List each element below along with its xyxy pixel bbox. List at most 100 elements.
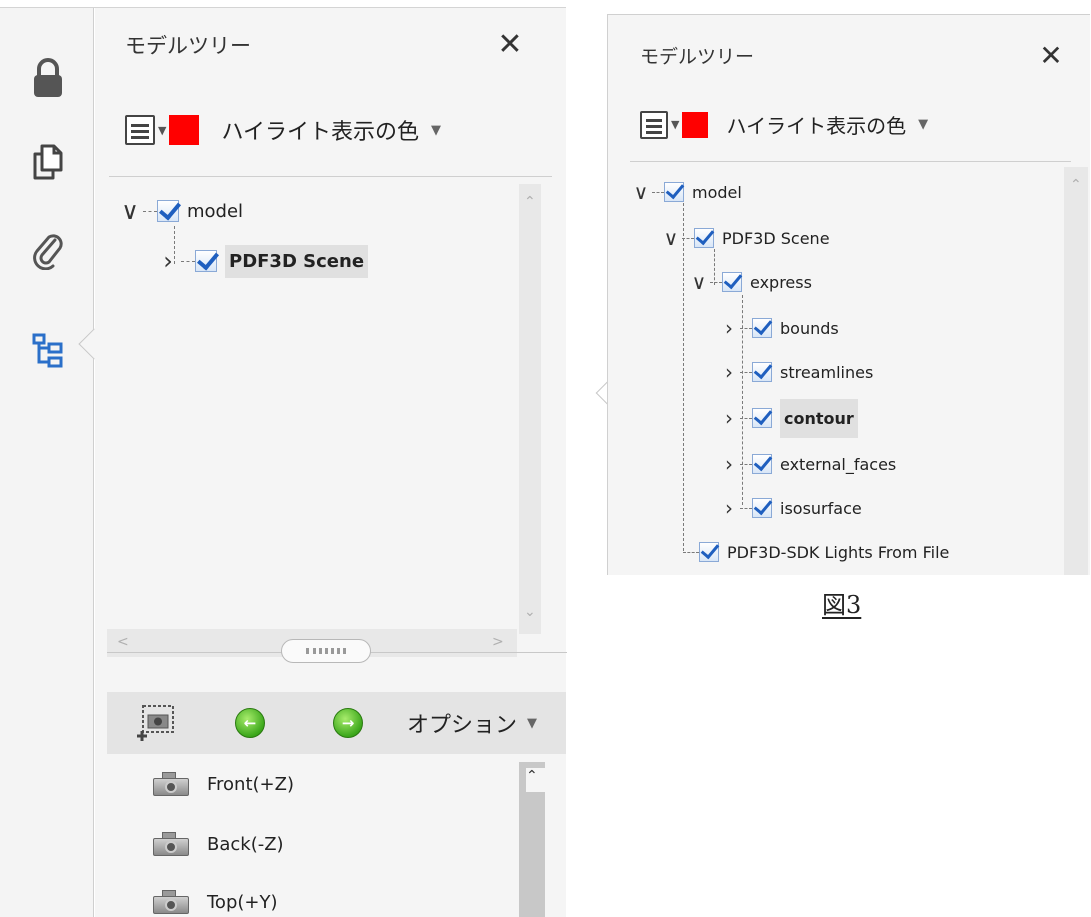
view-item[interactable]: Top(+Y) — [153, 882, 278, 917]
previous-view-button[interactable]: ← — [235, 692, 265, 754]
tree-node-label: PDF3D Scene — [225, 244, 369, 278]
checkbox-checked-icon[interactable] — [752, 454, 772, 474]
tree-node-label: model — [692, 182, 742, 202]
view-label: Front(+Z) — [207, 773, 294, 795]
right-screenshot: モデルツリー ✕ ▼ ハイライト表示の色 ▼ ∨ model ∨ PDF3D S… — [607, 14, 1090, 575]
chevron-down-icon[interactable]: ∨ — [688, 269, 710, 295]
chevron-right-icon[interactable]: › — [718, 451, 740, 477]
options-label: オプション — [407, 713, 518, 738]
options-list-icon[interactable] — [640, 110, 668, 139]
scroll-up-icon[interactable]: ⌃ — [1070, 177, 1082, 193]
chevron-down-icon[interactable]: ∨ — [630, 179, 652, 205]
left-screenshot: モデルツリー ✕ ▼ ハイライト表示の色 ▼ ∨ model › PDF3D S… — [0, 0, 567, 917]
tree-node-external-faces[interactable]: › external_faces — [718, 449, 896, 479]
highlight-toolbar: ▼ ハイライト表示の色 ▼ — [640, 110, 928, 139]
navigation-rail — [0, 8, 94, 917]
tree-node-label: model — [187, 200, 244, 222]
chevron-right-icon[interactable]: › — [718, 405, 740, 431]
close-button[interactable]: ✕ — [493, 28, 527, 62]
chevron-right-icon[interactable]: › — [718, 359, 740, 385]
views-vertical-scrollbar[interactable]: ⌃ — [519, 762, 546, 917]
view-label: Top(+Y) — [207, 891, 278, 913]
chevron-right-icon[interactable]: › — [718, 495, 740, 521]
camera-icon — [153, 772, 189, 796]
vertical-scrollbar[interactable]: ⌃ ⌄ — [519, 184, 541, 634]
checkbox-checked-icon[interactable] — [157, 200, 179, 222]
panel-title: モデルツリー — [640, 46, 755, 68]
chevron-down-icon[interactable]: ▼ — [671, 118, 679, 131]
vertical-scrollbar[interactable]: ⌃ — [1064, 167, 1088, 575]
tree-view: ∨ model ∨ PDF3D Scene ∨ express › bounds… — [622, 167, 1066, 575]
panel-title: モデルツリー — [125, 34, 251, 58]
tree-node-isosurface[interactable]: › isosurface — [718, 493, 862, 523]
chevron-down-icon[interactable]: ▼ — [918, 117, 928, 132]
splitter-grip[interactable] — [281, 639, 371, 663]
chevron-down-icon[interactable]: ▼ — [431, 123, 441, 138]
scroll-right-icon[interactable]: > — [492, 634, 504, 650]
tree-node-pdf3d-scene[interactable]: › PDF3D Scene — [155, 244, 369, 278]
checkbox-checked-icon[interactable] — [752, 362, 772, 382]
scroll-down-icon[interactable]: ⌄ — [524, 604, 536, 620]
options-list-icon[interactable] — [125, 115, 155, 145]
tree-node-label: PDF3D Scene — [722, 228, 830, 248]
scroll-up-icon[interactable]: ⌃ — [524, 194, 536, 210]
tree-node-label: express — [750, 272, 812, 292]
checkbox-checked-icon[interactable] — [722, 272, 742, 292]
tree-node-lights[interactable]: PDF3D-SDK Lights From File — [683, 537, 949, 567]
top-border — [0, 0, 566, 8]
chevron-down-icon[interactable]: ∨ — [660, 225, 682, 251]
tree-node-pdf3d-scene[interactable]: ∨ PDF3D Scene — [660, 223, 830, 253]
highlight-color-swatch[interactable] — [682, 111, 709, 138]
tree-node-label: contour — [780, 398, 858, 438]
tree-view: ∨ model › PDF3D Scene — [109, 184, 519, 634]
highlight-toolbar: ▼ ハイライト表示の色 ▼ — [125, 114, 441, 146]
camera-icon — [153, 832, 189, 856]
chevron-down-icon[interactable]: ▼ — [158, 124, 166, 137]
checkbox-checked-icon[interactable] — [664, 182, 684, 202]
next-view-button[interactable]: → — [333, 692, 363, 754]
tree-node-model[interactable]: ∨ model — [630, 177, 742, 207]
tree-node-streamlines[interactable]: › streamlines — [718, 357, 873, 387]
model-tree-icon[interactable] — [24, 326, 72, 374]
checkbox-checked-icon[interactable] — [752, 318, 772, 338]
checkbox-checked-icon[interactable] — [195, 250, 217, 272]
chevron-down-icon[interactable]: ∨ — [117, 198, 143, 224]
figure-caption: 図3 — [822, 591, 862, 619]
tree-node-model[interactable]: ∨ model — [117, 196, 243, 226]
tree-node-label: external_faces — [780, 454, 897, 474]
arrow-right-icon[interactable]: → — [333, 708, 363, 738]
chevron-right-icon[interactable]: › — [718, 315, 740, 341]
checkbox-checked-icon[interactable] — [694, 228, 714, 248]
model-tree-panel: モデルツリー ✕ ▼ ハイライト表示の色 ▼ ∨ model › PDF3D S… — [95, 8, 567, 917]
highlight-color-label[interactable]: ハイライト表示の色 — [726, 110, 906, 139]
divider — [109, 176, 552, 177]
view-item[interactable]: Back(-Z) — [153, 824, 284, 864]
attachment-icon[interactable] — [24, 226, 72, 274]
arrow-left-icon[interactable]: ← — [235, 708, 265, 738]
view-item[interactable]: Front(+Z) — [153, 764, 294, 804]
checkbox-checked-icon[interactable] — [752, 498, 772, 518]
tree-node-label: isosurface — [780, 498, 862, 518]
chevron-right-icon[interactable]: › — [155, 248, 181, 274]
tree-node-label: bounds — [780, 318, 839, 338]
tree-node-bounds[interactable]: › bounds — [718, 313, 839, 343]
scroll-up-icon[interactable]: ⌃ — [526, 768, 546, 792]
tree-node-label: PDF3D-SDK Lights From File — [727, 542, 950, 562]
add-view-icon[interactable] — [135, 692, 177, 754]
checkbox-checked-icon[interactable] — [699, 542, 719, 562]
tree-node-contour[interactable]: › contour — [718, 398, 858, 438]
lock-icon[interactable] — [24, 54, 72, 102]
highlight-color-label[interactable]: ハイライト表示の色 — [221, 114, 419, 146]
highlight-color-swatch[interactable] — [169, 115, 200, 145]
pages-icon[interactable] — [24, 138, 72, 186]
options-menu[interactable]: オプション ▼ — [407, 692, 537, 754]
checkbox-checked-icon[interactable] — [752, 408, 772, 428]
camera-icon — [153, 890, 189, 914]
scroll-left-icon[interactable]: < — [117, 634, 129, 650]
chevron-down-icon[interactable]: ▼ — [527, 716, 537, 731]
tree-node-express[interactable]: ∨ express — [688, 267, 812, 297]
close-button[interactable]: ✕ — [1034, 39, 1068, 73]
views-toolbar: ← → オプション ▼ — [107, 692, 566, 754]
tree-node-label: streamlines — [780, 362, 874, 382]
divider — [630, 161, 1071, 162]
